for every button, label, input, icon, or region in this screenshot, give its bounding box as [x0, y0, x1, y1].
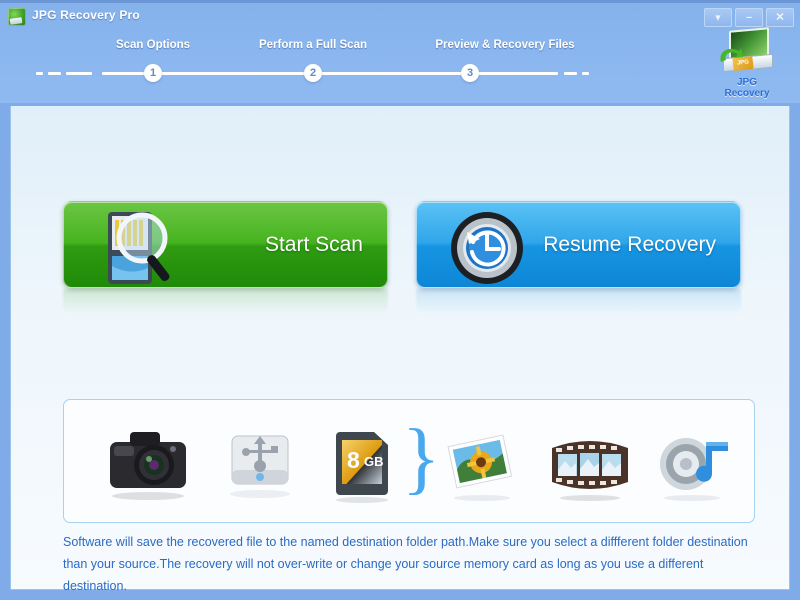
track-dash [564, 72, 577, 75]
brand-text-line1: JPG [736, 77, 757, 88]
close-button[interactable]: ✕ [766, 8, 794, 27]
track-line [102, 72, 557, 75]
clock-history-icon [451, 212, 523, 284]
flow-separator-brace: } [402, 414, 441, 502]
start-scan-label: Start Scan [264, 232, 363, 256]
close-icon: ✕ [775, 11, 785, 23]
window-controls: ▼ – ✕ [704, 8, 794, 27]
step-circle-1[interactable]: 1 [144, 64, 162, 82]
track-dash [36, 72, 43, 75]
media-types-panel: 8 GB } [63, 399, 755, 523]
chevron-down-icon: ▼ [713, 12, 723, 22]
step-circle-2[interactable]: 2 [304, 64, 322, 82]
title-bar: JPG Recovery Pro ▼ – ✕ [0, 3, 800, 31]
sd-card-capacity: 8 [347, 447, 360, 473]
recovery-arrow-icon [720, 48, 743, 62]
audio-speaker-icon [644, 414, 740, 510]
brand-text-line2: Recovery [724, 88, 770, 99]
step-label-2: Perform a Full Scan [258, 39, 368, 51]
track-dash [48, 72, 61, 75]
media-types-row: 8 GB } [64, 400, 754, 522]
memory-card-magnifier-icon [108, 212, 170, 284]
minimize-button[interactable]: – [735, 8, 763, 27]
app-logo-icon [8, 8, 26, 26]
track-dash [66, 72, 92, 75]
step-progress: Scan Options Perform a Full Scan Preview… [0, 33, 800, 93]
brand-text: JPG Recovery [708, 77, 786, 99]
usb-drive-icon [212, 414, 308, 510]
window-header: JPG Recovery Pro ▼ – ✕ Scan Options Perf… [0, 0, 800, 103]
video-film-icon [542, 414, 638, 510]
camera-icon [100, 414, 196, 510]
photos-icon [434, 414, 530, 510]
minimize-icon: – [745, 11, 753, 23]
window-title: JPG Recovery Pro [32, 8, 140, 22]
content-area: Start Scan Resume Recovery 8 GB} Softwa… [10, 106, 791, 593]
dropdown-button[interactable]: ▼ [704, 8, 732, 27]
start-scan-button[interactable]: Start Scan [63, 201, 388, 288]
step-circle-3[interactable]: 3 [461, 64, 479, 82]
brand-logo: JPG JPG Recovery [708, 27, 786, 103]
sd-card-icon: 8 GB [314, 414, 410, 510]
step-label-3: Preview & Recovery Files [435, 39, 575, 51]
step-label-1: Scan Options [115, 39, 191, 51]
step-label-row: Scan Options Perform a Full Scan Preview… [0, 39, 680, 55]
sd-card-capacity-unit: GB [364, 454, 384, 469]
track-dash [582, 72, 589, 75]
destination-note: Software will save the recovered file to… [63, 535, 748, 593]
resume-recovery-button[interactable]: Resume Recovery [416, 201, 741, 288]
track-dash [532, 72, 558, 75]
resume-recovery-label: Resume Recovery [543, 232, 716, 256]
action-buttons: Start Scan Resume Recovery [11, 201, 791, 321]
brand-logo-icon: JPG [717, 27, 777, 75]
progress-track: 1 2 3 [30, 64, 595, 82]
application-window: JPG Recovery Pro ▼ – ✕ Scan Options Perf… [0, 0, 800, 600]
